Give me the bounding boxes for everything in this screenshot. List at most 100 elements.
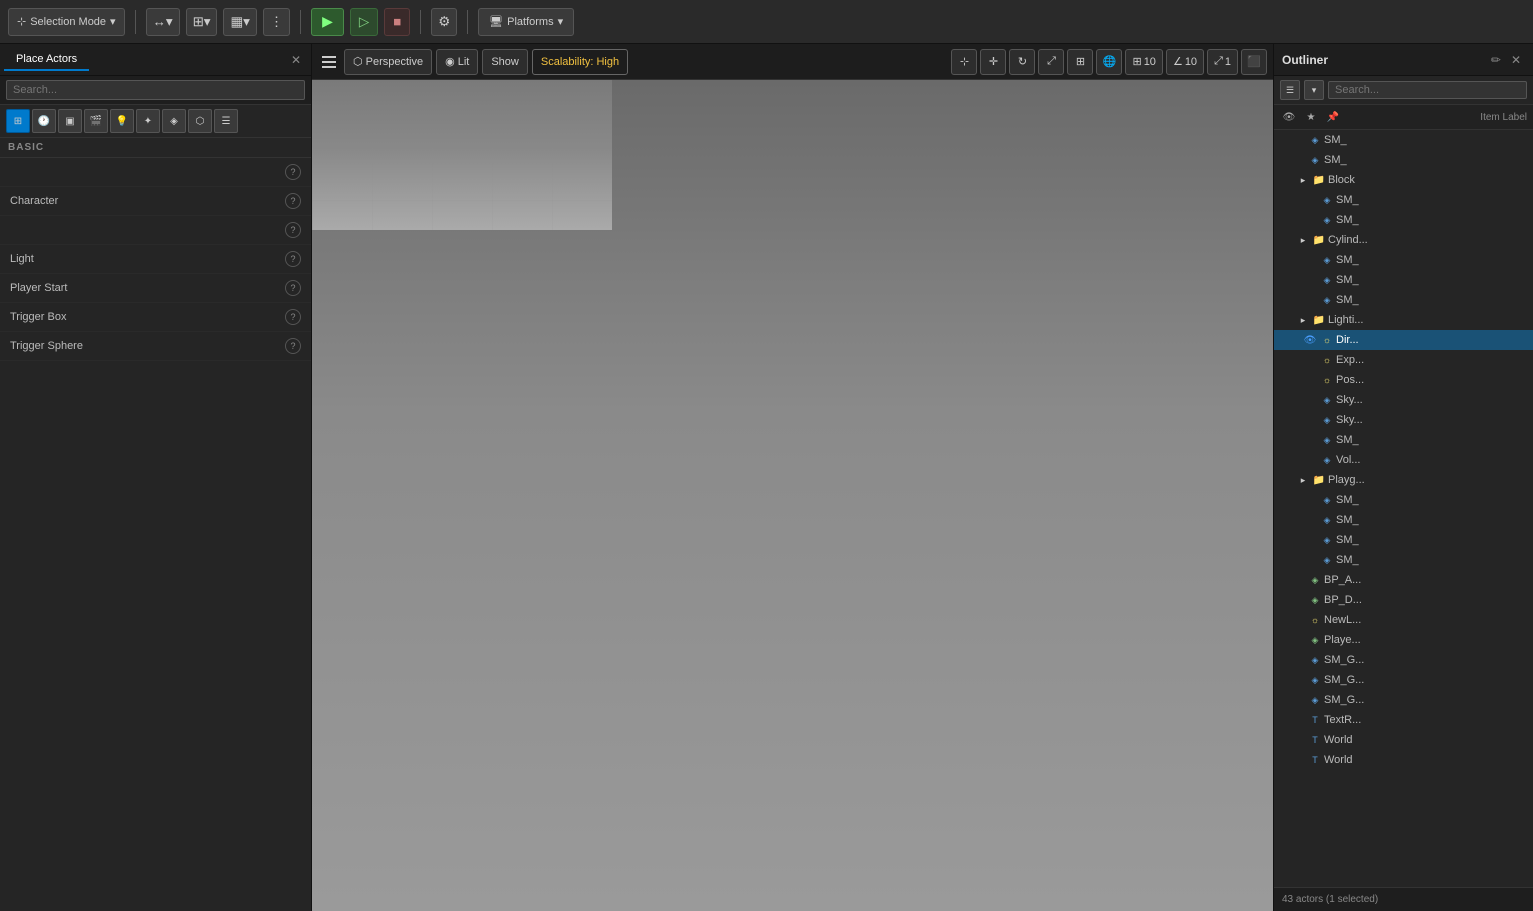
- visibility-icon-active[interactable]: 👁: [1302, 335, 1318, 346]
- shapes-button[interactable]: ▣: [58, 109, 82, 133]
- rotate-tool[interactable]: ↻: [1009, 49, 1035, 75]
- angle-value[interactable]: ∠ 10: [1166, 49, 1204, 75]
- geometry-button[interactable]: ◈: [162, 109, 186, 133]
- scale-value[interactable]: ⤢ 1: [1207, 49, 1238, 75]
- outliner-close-button[interactable]: ✕: [1507, 51, 1525, 69]
- filter-expand-button[interactable]: ▾: [1304, 80, 1324, 100]
- lit-button[interactable]: ◉ Lit: [436, 49, 478, 75]
- place-actors-tab[interactable]: Place Actors: [4, 49, 89, 71]
- visual-effects-button[interactable]: ✦: [136, 109, 160, 133]
- list-item-folder-block[interactable]: ▸ 📁 Block: [1274, 170, 1533, 190]
- snap-button[interactable]: ⊞ ▾: [186, 8, 218, 36]
- list-item-folder-cylinder[interactable]: ▸ 📁 Cylind...: [1274, 230, 1533, 250]
- scale-tool[interactable]: ⤢: [1038, 49, 1064, 75]
- star-button[interactable]: ★: [1302, 108, 1320, 126]
- list-item-folder-lighting[interactable]: ▸ 📁 Lighti...: [1274, 310, 1533, 330]
- grid-tool[interactable]: ⊞: [1067, 49, 1093, 75]
- list-item[interactable]: ◈ SM_: [1274, 250, 1533, 270]
- build-button[interactable]: ▦ ▾: [223, 8, 256, 36]
- lights-button[interactable]: 💡: [110, 109, 134, 133]
- viewport[interactable]: ⬡ Perspective ◉ Lit Show Scalability: Hi…: [312, 44, 1273, 911]
- panel-close-button[interactable]: ✕: [285, 49, 307, 71]
- pin-button[interactable]: 📌: [1324, 108, 1342, 126]
- list-item-newl[interactable]: ☼ NewL...: [1274, 610, 1533, 630]
- world-tool[interactable]: 🌐: [1096, 49, 1122, 75]
- list-item[interactable]: ◈ SM_: [1274, 190, 1533, 210]
- list-item[interactable]: ◈ SM_: [1274, 490, 1533, 510]
- list-item-smg2[interactable]: ◈ SM_G...: [1274, 670, 1533, 690]
- select-tool[interactable]: ⊹: [951, 49, 977, 75]
- grid-value[interactable]: ⊞ 10: [1125, 49, 1162, 75]
- list-item-trigger-box[interactable]: Trigger Box ?: [0, 303, 311, 332]
- hamburger-menu[interactable]: [318, 52, 340, 72]
- toolbar-separator-3: [420, 10, 421, 34]
- list-item-smg1[interactable]: ◈ SM_G...: [1274, 650, 1533, 670]
- info-icon-2[interactable]: ?: [285, 222, 301, 238]
- settings-button[interactable]: ⚙: [431, 8, 457, 36]
- list-item[interactable]: ?: [0, 158, 311, 187]
- stop-button[interactable]: ■: [384, 8, 410, 36]
- list-item-bpa[interactable]: ◈ BP_A...: [1274, 570, 1533, 590]
- list-item[interactable]: ◈ SM_: [1274, 430, 1533, 450]
- volumes-button[interactable]: ⬡: [188, 109, 212, 133]
- list-item[interactable]: ◈ SM_: [1274, 290, 1533, 310]
- info-icon-character[interactable]: ?: [285, 193, 301, 209]
- list-item[interactable]: ◈ SM_: [1274, 510, 1533, 530]
- list-item-folder-playg[interactable]: ▸ 📁 Playg...: [1274, 470, 1533, 490]
- list-item[interactable]: ◈ SM_: [1274, 130, 1533, 150]
- search-input[interactable]: [6, 80, 305, 100]
- more-options-button[interactable]: ⋮: [263, 8, 290, 36]
- list-item-trigger-sphere[interactable]: Trigger Sphere ?: [0, 332, 311, 361]
- info-icon-trigger-box[interactable]: ?: [285, 309, 301, 325]
- selection-mode-button[interactable]: ⊹ Selection Mode ▾: [8, 8, 125, 36]
- list-item-light[interactable]: Light ?: [0, 245, 311, 274]
- camera-options[interactable]: ⬛: [1241, 49, 1267, 75]
- outliner-filter-bar: ☰ ▾: [1274, 76, 1533, 105]
- scene-content[interactable]: X Y Z: [312, 80, 1273, 911]
- list-item[interactable]: ☼ Exp...: [1274, 350, 1533, 370]
- eye-toggle-button[interactable]: 👁: [1280, 108, 1298, 126]
- list-item[interactable]: ◈ SM_: [1274, 150, 1533, 170]
- list-item[interactable]: ◈ Sky...: [1274, 410, 1533, 430]
- folder-icon: 📁: [1312, 233, 1326, 247]
- list-item[interactable]: ◈ SM_: [1274, 210, 1533, 230]
- filter-options-button[interactable]: ☰: [1280, 80, 1300, 100]
- info-icon-player-start[interactable]: ?: [285, 280, 301, 296]
- recently-placed-button[interactable]: 🕐: [32, 109, 56, 133]
- list-item-world1[interactable]: T World: [1274, 730, 1533, 750]
- outliner-search-input[interactable]: [1328, 81, 1527, 99]
- play-secondary-button[interactable]: ▷: [350, 8, 378, 36]
- list-item-world2[interactable]: T World: [1274, 750, 1533, 770]
- list-item-player[interactable]: ◈ Playe...: [1274, 630, 1533, 650]
- info-icon-light[interactable]: ?: [285, 251, 301, 267]
- list-item-player-start[interactable]: Player Start ?: [0, 274, 311, 303]
- outliner-item-label: Lighti...: [1328, 314, 1529, 326]
- list-item[interactable]: ◈ SM_: [1274, 270, 1533, 290]
- list-item-directional-light[interactable]: 👁 ☼ Dir...: [1274, 330, 1533, 350]
- list-item[interactable]: ◈ SM_: [1274, 550, 1533, 570]
- more-icon: ⋮: [270, 14, 283, 30]
- move-tool[interactable]: ✛: [980, 49, 1006, 75]
- outliner-edit-button[interactable]: ✏: [1485, 51, 1507, 69]
- list-item-textr[interactable]: T TextR...: [1274, 710, 1533, 730]
- list-item[interactable]: Character ?: [0, 187, 311, 216]
- info-icon-1[interactable]: ?: [285, 164, 301, 180]
- all-classes-button[interactable]: ⊞: [6, 109, 30, 133]
- transform-button[interactable]: ↔ ▾: [146, 8, 180, 36]
- list-item[interactable]: ?: [0, 216, 311, 245]
- list-item[interactable]: ◈ Sky...: [1274, 390, 1533, 410]
- list-item-bpd[interactable]: ◈ BP_D...: [1274, 590, 1533, 610]
- all-classes-list-button[interactable]: ☰: [214, 109, 238, 133]
- platforms-button[interactable]: 🖥 Platforms ▾: [478, 8, 574, 36]
- play-button[interactable]: ▶: [311, 8, 344, 36]
- list-item[interactable]: ☼ Pos...: [1274, 370, 1533, 390]
- cinematics-button[interactable]: 🎬: [84, 109, 108, 133]
- list-item-smg3[interactable]: ◈ SM_G...: [1274, 690, 1533, 710]
- scalability-button[interactable]: Scalability: High: [532, 49, 628, 75]
- perspective-button[interactable]: ⬡ Perspective: [344, 49, 432, 75]
- info-icon-trigger-sphere[interactable]: ?: [285, 338, 301, 354]
- list-item[interactable]: ◈ Vol...: [1274, 450, 1533, 470]
- list-item[interactable]: ◈ SM_: [1274, 530, 1533, 550]
- mesh-icon: T: [1308, 733, 1322, 747]
- show-button[interactable]: Show: [482, 49, 528, 75]
